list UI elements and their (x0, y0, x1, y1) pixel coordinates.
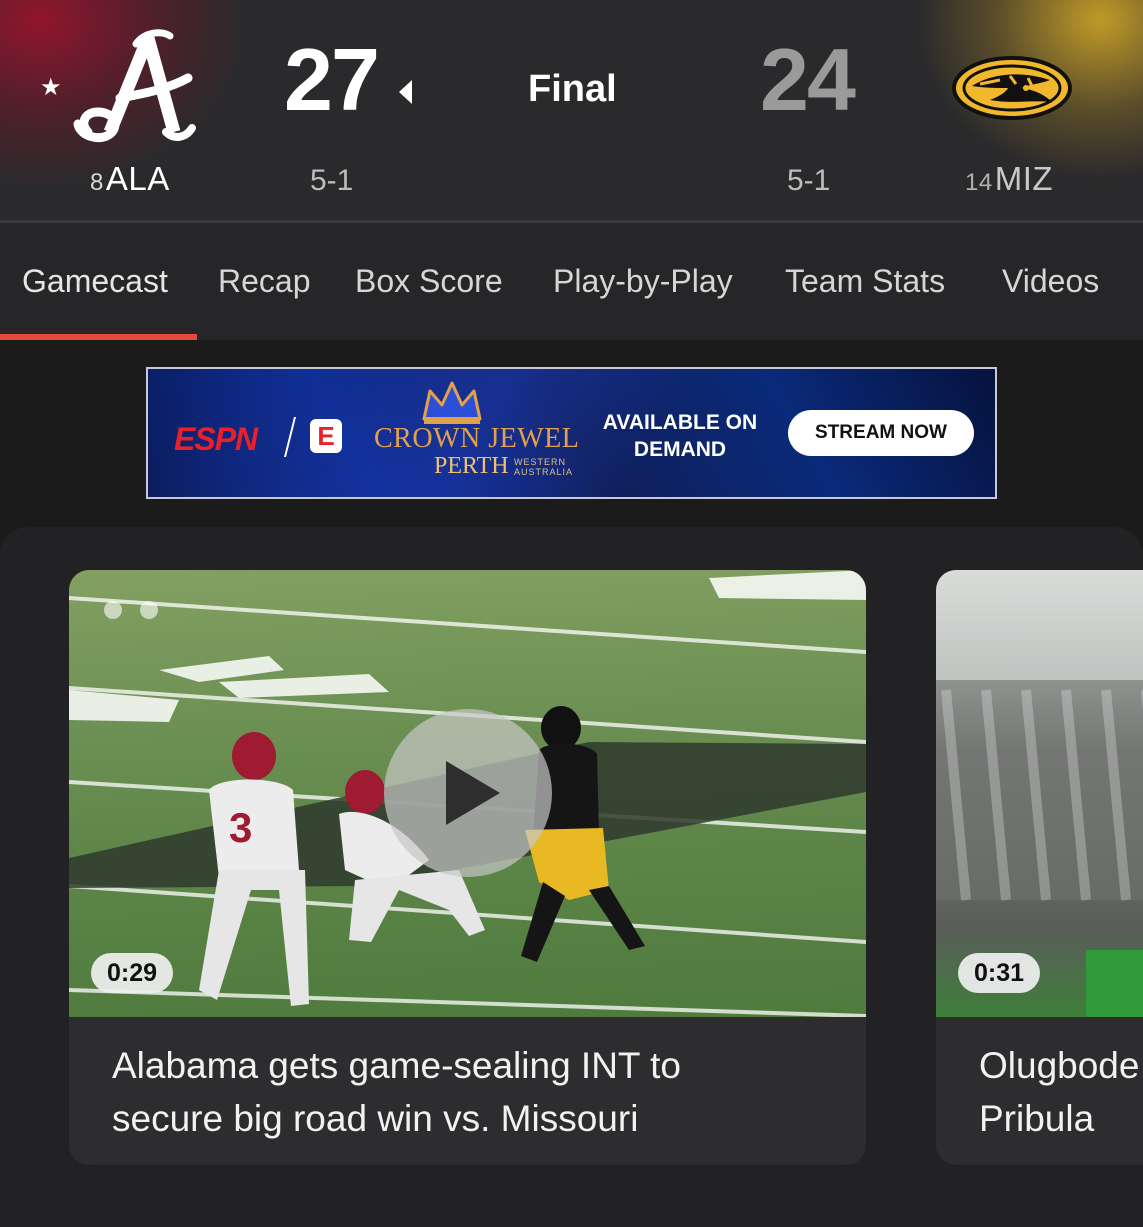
tab-recap[interactable]: Recap (218, 263, 311, 300)
video-duration: 0:31 (958, 953, 1041, 993)
alabama-logo-icon[interactable] (70, 28, 200, 148)
ad-divider (284, 417, 296, 457)
crown-icon (422, 381, 482, 424)
tab-play-by-play[interactable]: Play-by-Play (553, 263, 733, 300)
video-card[interactable]: 3 0:29 Alabama gets game-sealing INT to … (69, 570, 866, 1165)
scoreboard-header: ★ 8ALA 27 Final 24 5-1 5-1 14MIZ (0, 0, 1143, 220)
home-record: 5-1 (787, 164, 831, 197)
tab-videos[interactable]: Videos (1002, 263, 1099, 300)
home-team-abbr: MIZ (994, 160, 1054, 197)
active-tab-indicator (0, 334, 197, 340)
play-icon (446, 761, 500, 825)
jersey-number: 3 (229, 804, 252, 851)
away-score: 27 (284, 30, 380, 129)
espn-logo: ESPN (174, 421, 258, 457)
away-team-abbr: ALA (105, 160, 170, 197)
tab-gamecast[interactable]: Gamecast (22, 263, 168, 300)
tab-team-stats[interactable]: Team Stats (785, 263, 945, 300)
stream-now-button[interactable]: STREAM NOW (788, 410, 974, 456)
ad-event-city: PERTH (434, 453, 509, 479)
away-record: 5-1 (310, 164, 354, 197)
home-score: 24 (760, 30, 856, 129)
video-title[interactable]: Olugbode Pribula (979, 1039, 1143, 1145)
away-team-label[interactable]: 8ALA (90, 160, 170, 198)
missouri-tiger-logo-icon[interactable] (950, 54, 1074, 122)
home-team-rank: 14 (965, 169, 993, 196)
video-thumbnail[interactable]: 0:31 (936, 570, 1143, 1017)
video-title[interactable]: Alabama gets game-sealing INT to secure … (112, 1039, 802, 1145)
video-card[interactable]: 0:31 Olugbode Pribula (936, 570, 1143, 1165)
ad-event-title: CROWN JEWEL (374, 423, 580, 454)
video-thumbnail[interactable]: 3 0:29 (69, 570, 866, 1017)
game-status: Final (528, 68, 617, 110)
winner-caret-icon (399, 80, 412, 104)
video-title-text: Olugbode Pribula (979, 1045, 1140, 1139)
ad-banner[interactable]: ESPN E CROWN JEWEL PERTH WESTERN AUSTRAL… (146, 367, 997, 499)
home-team-label[interactable]: 14MIZ (965, 160, 1053, 198)
away-team-rank: 8 (90, 169, 104, 196)
favorite-star-icon: ★ (40, 74, 62, 101)
ad-event-region: WESTERN AUSTRALIA (514, 457, 574, 477)
play-button[interactable] (384, 709, 552, 877)
blurred-thumbnail-scene (936, 680, 1143, 1017)
tab-box-score[interactable]: Box Score (355, 263, 503, 300)
video-duration: 0:29 (91, 953, 174, 993)
espn-plus-badge-icon: E (310, 419, 342, 453)
ad-availability: AVAILABLE ON DEMAND (602, 411, 758, 461)
game-tabs: Gamecast Recap Box Score Play-by-Play Te… (0, 223, 1143, 340)
